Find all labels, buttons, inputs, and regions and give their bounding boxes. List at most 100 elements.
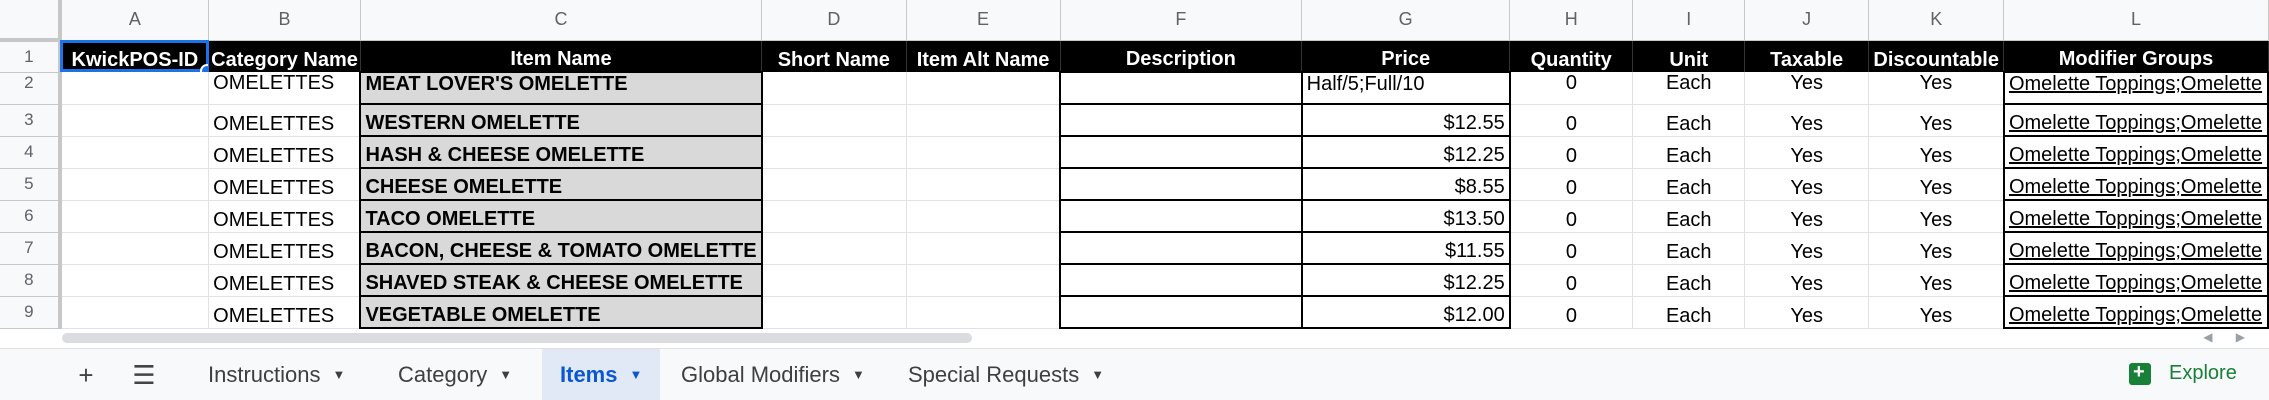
cell-kwickpos-id[interactable]	[59, 232, 210, 265]
cell-item-name[interactable]: MEAT LOVER'S OMELETTE	[359, 71, 763, 105]
spreadsheet-grid[interactable]: A B C D E F G H I J K L 1 KwickPOS-ID Ca…	[0, 0, 2269, 333]
cell-taxable[interactable]: Yes	[1744, 232, 1869, 265]
cell-short-name[interactable]	[761, 104, 907, 137]
column-header-e[interactable]: E	[906, 0, 1061, 41]
header-cell-item-name[interactable]: Item Name	[360, 40, 763, 72]
cell-description[interactable]	[1059, 199, 1303, 233]
cell-discountable[interactable]: Yes	[1868, 168, 2005, 201]
cell-taxable[interactable]: Yes	[1744, 136, 1869, 169]
cell-taxable[interactable]: Yes	[1744, 72, 1869, 105]
cell-category-name[interactable]: OMELETTES	[208, 264, 361, 297]
plus-icon[interactable]: +	[68, 357, 104, 393]
cell-taxable[interactable]: Yes	[1744, 104, 1869, 137]
cell-item-name[interactable]: SHAVED STEAK & CHEESE OMELETTE	[359, 263, 763, 297]
cell-unit[interactable]: Each	[1632, 104, 1746, 137]
cell-unit[interactable]: Each	[1632, 136, 1746, 169]
column-header-l[interactable]: L	[2003, 0, 2269, 41]
column-header-g[interactable]: G	[1301, 0, 1511, 41]
cell-short-name[interactable]	[761, 200, 907, 233]
cell-modifier-groups[interactable]: Omelette Toppings;Omelette	[2002, 167, 2269, 201]
column-header-j[interactable]: J	[1744, 0, 1869, 41]
row-number[interactable]: 1	[0, 40, 62, 73]
header-cell-item-alt-name[interactable]: Item Alt Name	[906, 40, 1061, 72]
cell-price[interactable]: $11.55	[1300, 231, 1511, 265]
cell-item-alt-name[interactable]	[906, 200, 1061, 233]
horizontal-scrollbar[interactable]	[62, 333, 972, 343]
column-header-i[interactable]: I	[1632, 0, 1746, 41]
cell-modifier-groups[interactable]: Omelette Toppings;Omelette	[2002, 231, 2269, 265]
cell-kwickpos-id[interactable]	[59, 136, 210, 169]
cell-short-name[interactable]	[761, 168, 907, 201]
cell-kwickpos-id[interactable]	[59, 168, 210, 201]
column-header-c[interactable]: C	[360, 0, 763, 41]
fill-handle[interactable]	[200, 64, 208, 72]
cell-unit[interactable]: Each	[1632, 264, 1746, 297]
tab-special-requests[interactable]: Special Requests ▼	[890, 349, 1122, 400]
cell-item-name[interactable]: BACON, CHEESE & TOMATO OMELETTE	[359, 231, 763, 265]
cell-taxable[interactable]: Yes	[1744, 296, 1869, 329]
tab-global-modifiers[interactable]: Global Modifiers ▼	[663, 349, 883, 400]
cell-kwickpos-id[interactable]	[59, 264, 210, 297]
cell-item-alt-name[interactable]	[906, 136, 1061, 169]
cell-kwickpos-id[interactable]	[59, 72, 210, 105]
row-number[interactable]: 4	[0, 136, 62, 169]
cell-unit[interactable]: Each	[1632, 72, 1746, 105]
cell-item-alt-name[interactable]	[906, 232, 1061, 265]
cell-taxable[interactable]: Yes	[1744, 168, 1869, 201]
row-number[interactable]: 6	[0, 200, 62, 233]
cell-price[interactable]: $8.55	[1300, 167, 1511, 201]
cell-item-alt-name[interactable]	[906, 168, 1061, 201]
cell-short-name[interactable]	[761, 296, 907, 329]
cell-short-name[interactable]	[761, 72, 907, 105]
cell-modifier-groups[interactable]: Omelette Toppings;Omelette	[2002, 295, 2269, 329]
cell-category-name[interactable]: OMELETTES	[208, 200, 361, 233]
cell-item-name[interactable]: CHEESE OMELETTE	[359, 167, 763, 201]
cell-description[interactable]	[1059, 167, 1303, 201]
cell-quantity[interactable]: 0	[1509, 72, 1634, 105]
cell-category-name[interactable]: OMELETTES	[208, 168, 361, 201]
header-cell-category-name[interactable]: Category Name	[208, 40, 361, 72]
cell-short-name[interactable]	[761, 232, 907, 265]
cell-quantity[interactable]: 0	[1509, 168, 1634, 201]
row-number[interactable]: 9	[0, 296, 62, 329]
select-all-corner[interactable]	[0, 0, 62, 42]
column-header-k[interactable]: K	[1868, 0, 2005, 41]
cell-quantity[interactable]: 0	[1509, 200, 1634, 233]
caret-down-icon[interactable]: ▼	[629, 367, 642, 382]
cell-category-name[interactable]: OMELETTES	[208, 104, 361, 137]
cell-modifier-groups[interactable]: Omelette Toppings;Omelette	[2002, 71, 2269, 105]
header-cell-description[interactable]: Description	[1060, 40, 1303, 72]
cell-category-name[interactable]: OMELETTES	[208, 72, 361, 105]
cell-price[interactable]: $12.00	[1300, 295, 1511, 329]
cell-price[interactable]: $12.25	[1300, 135, 1511, 169]
cell-discountable[interactable]: Yes	[1868, 136, 2005, 169]
row-number[interactable]: 5	[0, 168, 62, 201]
tab-category[interactable]: Category ▼	[380, 349, 530, 400]
cell-description[interactable]	[1059, 295, 1303, 329]
cell-quantity[interactable]: 0	[1509, 232, 1634, 265]
cell-taxable[interactable]: Yes	[1744, 200, 1869, 233]
header-cell-unit[interactable]: Unit	[1632, 40, 1746, 72]
header-cell-taxable[interactable]: Taxable	[1744, 40, 1869, 72]
cell-description[interactable]	[1059, 231, 1303, 265]
header-cell-modifier-groups[interactable]: Modifier Groups	[2003, 40, 2269, 72]
cell-item-alt-name[interactable]	[906, 264, 1061, 297]
tab-items[interactable]: Items ▼	[542, 349, 661, 400]
cell-category-name[interactable]: OMELETTES	[208, 296, 361, 329]
column-header-b[interactable]: B	[208, 0, 361, 41]
header-cell-kwickpos-id[interactable]: KwickPOS-ID	[59, 40, 210, 72]
caret-down-icon[interactable]: ▼	[1091, 367, 1104, 382]
cell-discountable[interactable]: Yes	[1868, 232, 2005, 265]
cell-category-name[interactable]: OMELETTES	[208, 136, 361, 169]
column-header-f[interactable]: F	[1060, 0, 1303, 41]
cell-modifier-groups[interactable]: Omelette Toppings;Omelette	[2002, 199, 2269, 233]
cell-price[interactable]: $12.55	[1300, 103, 1511, 137]
cell-discountable[interactable]: Yes	[1868, 200, 2005, 233]
caret-down-icon[interactable]: ▼	[333, 367, 346, 382]
cell-category-name[interactable]: OMELETTES	[208, 232, 361, 265]
cell-discountable[interactable]: Yes	[1868, 104, 2005, 137]
cell-quantity[interactable]: 0	[1509, 264, 1634, 297]
row-number[interactable]: 8	[0, 264, 62, 297]
cell-item-alt-name[interactable]	[906, 296, 1061, 329]
caret-down-icon[interactable]: ▼	[852, 367, 865, 382]
